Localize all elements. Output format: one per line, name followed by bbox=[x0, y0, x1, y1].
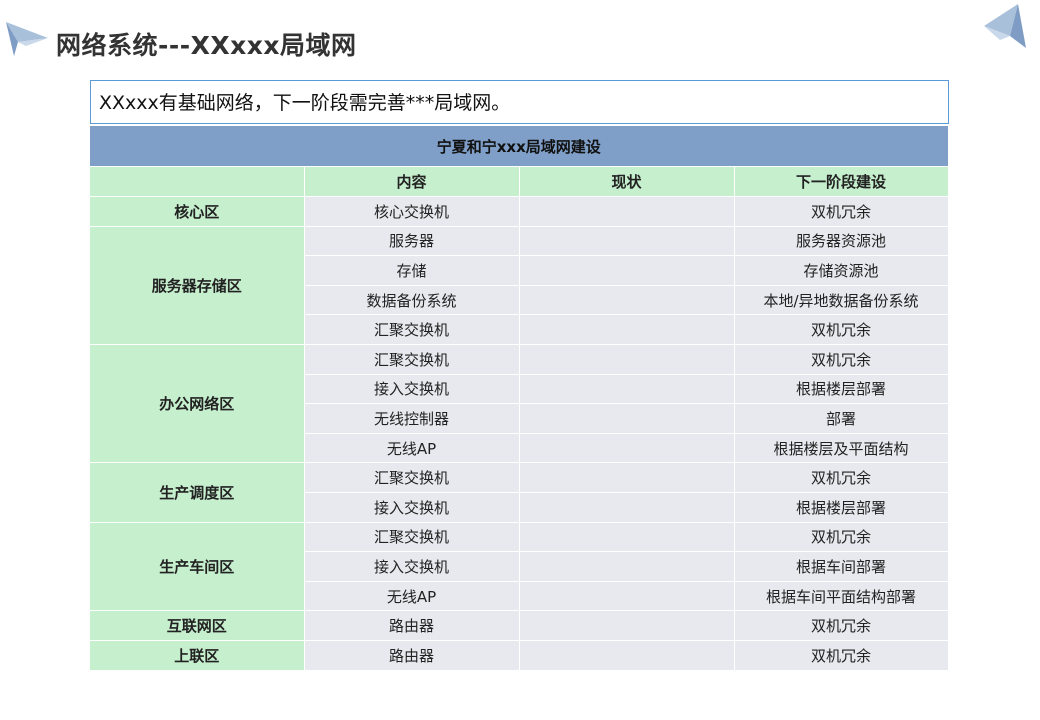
next-stage-cell: 本地/异地数据备份系统 bbox=[734, 285, 949, 316]
content-cell: 汇聚交换机 bbox=[304, 344, 520, 375]
page-title: 网络系统---XXxxx局域网 bbox=[56, 31, 357, 60]
zone-cell: 生产车间区 bbox=[90, 522, 305, 612]
next-stage-cell: 根据车间平面结构部署 bbox=[734, 581, 949, 612]
header-status: 现状 bbox=[519, 166, 735, 197]
next-stage-cell: 双机冗余 bbox=[734, 610, 949, 641]
status-cell bbox=[519, 226, 735, 257]
table-caption-row: 宁夏和宁xxx局域网建设 bbox=[90, 126, 949, 167]
table-header-row: 内容 现状 下一阶段建设 bbox=[90, 166, 949, 197]
content-cell: 接入交换机 bbox=[304, 551, 520, 582]
table-row: 核心区 核心交换机 双机冗余 bbox=[90, 196, 949, 227]
next-stage-cell: 服务器资源池 bbox=[734, 226, 949, 257]
next-stage-cell: 根据楼层及平面结构 bbox=[734, 433, 949, 464]
zone-cell: 服务器存储区 bbox=[90, 226, 305, 345]
header-content: 内容 bbox=[304, 166, 520, 197]
next-stage-cell: 部署 bbox=[734, 403, 949, 434]
status-cell bbox=[519, 196, 735, 227]
intro-text-box: XXxxx有基础网络，下一阶段需完善***局域网。 bbox=[90, 80, 949, 124]
status-cell bbox=[519, 462, 735, 493]
status-cell bbox=[519, 403, 735, 434]
status-cell bbox=[519, 255, 735, 286]
table-row: 办公网络区 汇聚交换机 双机冗余 bbox=[90, 344, 949, 464]
content-cell: 汇聚交换机 bbox=[304, 462, 520, 493]
status-cell bbox=[519, 285, 735, 316]
table-row: 上联区 路由器 双机冗余 bbox=[90, 640, 949, 671]
next-stage-cell: 根据车间部署 bbox=[734, 551, 949, 582]
content-cell: 路由器 bbox=[304, 610, 520, 641]
status-cell bbox=[519, 551, 735, 582]
table-row: 生产车间区 汇聚交换机 双机冗余 bbox=[90, 522, 949, 612]
content-cell: 接入交换机 bbox=[304, 374, 520, 405]
status-cell bbox=[519, 492, 735, 523]
status-cell bbox=[519, 610, 735, 641]
next-stage-cell: 双机冗余 bbox=[734, 522, 949, 553]
content-cell: 接入交换机 bbox=[304, 492, 520, 523]
content-cell: 存储 bbox=[304, 255, 520, 286]
zone-cell: 生产调度区 bbox=[90, 462, 305, 523]
next-stage-cell: 双机冗余 bbox=[734, 640, 949, 671]
next-stage-cell: 双机冗余 bbox=[734, 314, 949, 345]
header-zone bbox=[90, 166, 305, 197]
status-cell bbox=[519, 522, 735, 553]
content-cell: 数据备份系统 bbox=[304, 285, 520, 316]
next-stage-cell: 存储资源池 bbox=[734, 255, 949, 286]
table-row: 互联网区 路由器 双机冗余 bbox=[90, 610, 949, 641]
table-caption: 宁夏和宁xxx局域网建设 bbox=[90, 126, 949, 167]
network-plan-table: 宁夏和宁xxx局域网建设 内容 现状 下一阶段建设 核心区 核心交换机 双机冗余 服务… bbox=[90, 126, 949, 671]
next-stage-cell: 双机冗余 bbox=[734, 196, 949, 227]
zone-cell: 核心区 bbox=[90, 196, 305, 227]
status-cell bbox=[519, 581, 735, 612]
content-cell: 汇聚交换机 bbox=[304, 522, 520, 553]
status-cell bbox=[519, 640, 735, 671]
content-cell: 无线AP bbox=[304, 581, 520, 612]
next-stage-cell: 双机冗余 bbox=[734, 462, 949, 493]
paper-plane-right-icon bbox=[984, 4, 1026, 48]
content-cell: 核心交换机 bbox=[304, 196, 520, 227]
table-body: 核心区 核心交换机 双机冗余 服务器存储区 服务器 服务器资源池 存储 存储资源池 数据备份系统… bbox=[90, 196, 949, 671]
status-cell bbox=[519, 374, 735, 405]
zone-cell: 办公网络区 bbox=[90, 344, 305, 464]
status-cell bbox=[519, 344, 735, 375]
table-row: 服务器存储区 服务器 服务器资源池 bbox=[90, 226, 949, 345]
next-stage-cell: 根据楼层部署 bbox=[734, 492, 949, 523]
zone-cell: 互联网区 bbox=[90, 610, 305, 641]
content-cell: 汇聚交换机 bbox=[304, 314, 520, 345]
next-stage-cell: 双机冗余 bbox=[734, 344, 949, 375]
header-next-stage: 下一阶段建设 bbox=[734, 166, 949, 197]
status-cell bbox=[519, 433, 735, 464]
status-cell bbox=[519, 314, 735, 345]
content-cell: 路由器 bbox=[304, 640, 520, 671]
table-row: 生产调度区 汇聚交换机 双机冗余 bbox=[90, 462, 949, 523]
next-stage-cell: 根据楼层部署 bbox=[734, 374, 949, 405]
content-cell: 无线AP bbox=[304, 433, 520, 464]
content-cell: 服务器 bbox=[304, 226, 520, 257]
zone-cell: 上联区 bbox=[90, 640, 305, 671]
content-cell: 无线控制器 bbox=[304, 403, 520, 434]
paper-plane-left-icon bbox=[6, 22, 48, 56]
